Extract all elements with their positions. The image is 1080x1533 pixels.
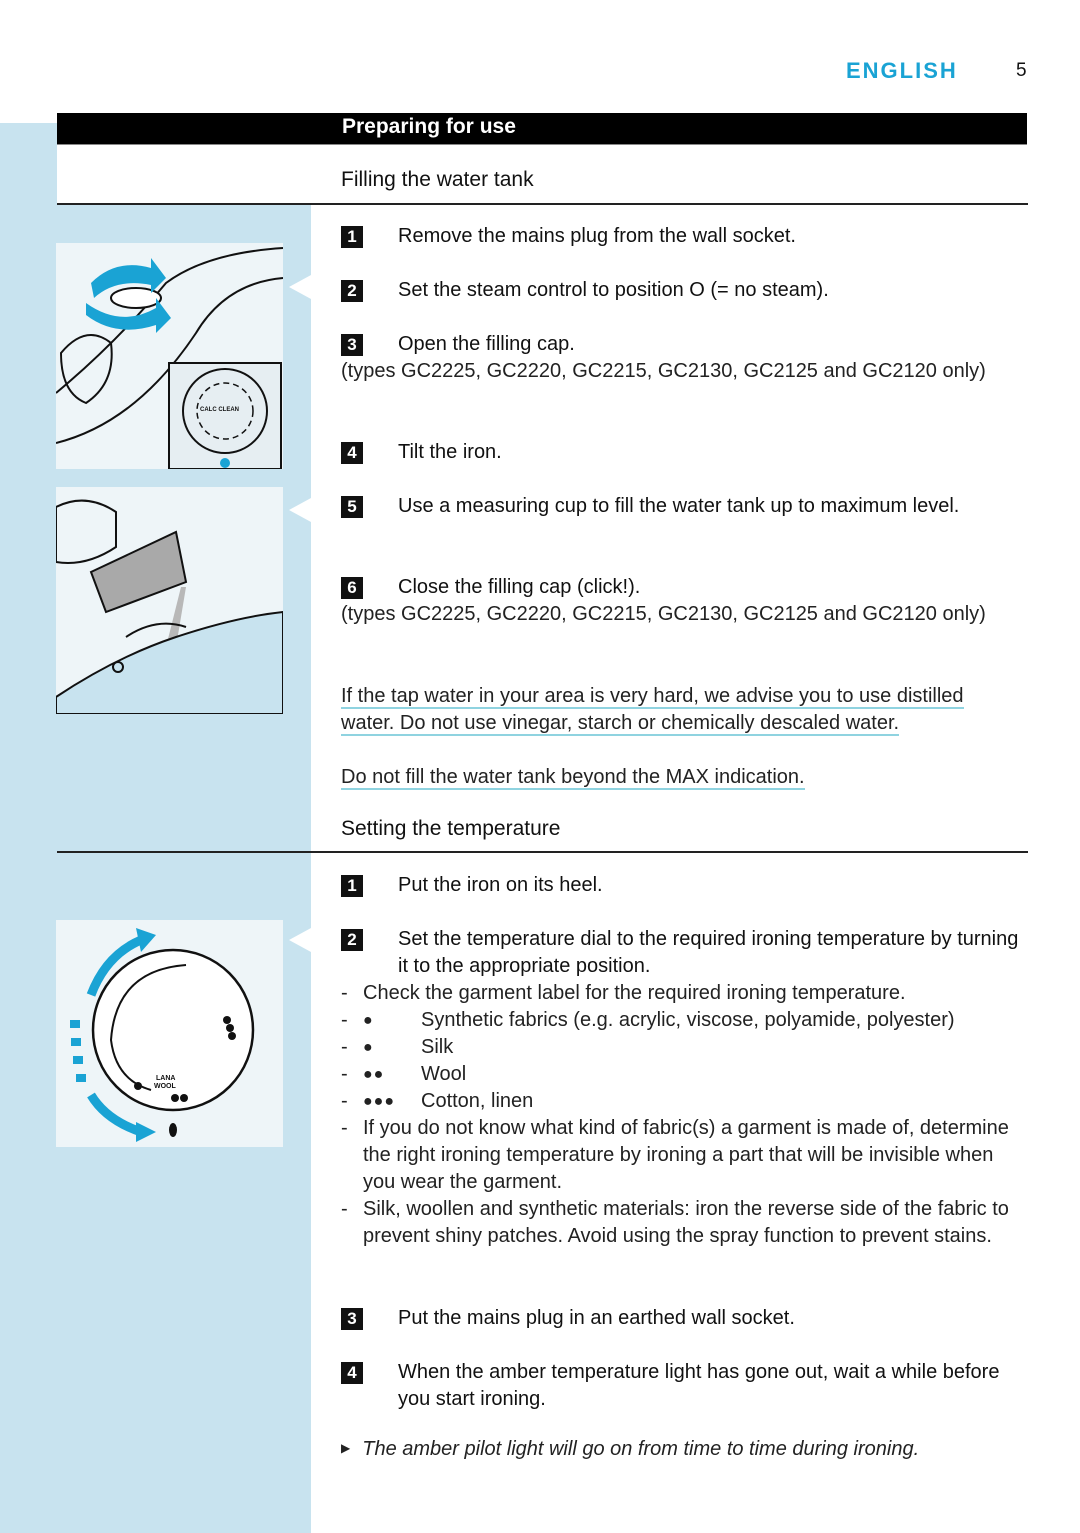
- temperature-step-2: 2 Set the temperature dial to the requir…: [341, 926, 1031, 980]
- illustration-temperature-dial: LANA WOOL: [56, 920, 283, 1147]
- filling-title: Filling the water tank: [341, 168, 534, 191]
- section-title: Preparing for use: [342, 115, 516, 138]
- filling-rule: [57, 203, 1028, 205]
- step-number: 4: [341, 442, 363, 464]
- filling-step-4: 4 Tilt the iron.: [341, 439, 1031, 466]
- temperature-rule: [57, 851, 1028, 853]
- svg-text:LANA: LANA: [156, 1075, 175, 1082]
- list-item: - ●● Wool: [341, 1061, 1031, 1088]
- types-note: (types GC2225, GC2220, GC2215, GC2130, G…: [341, 360, 986, 382]
- filling-step-5: 5 Use a measuring cup to fill the water …: [341, 493, 1031, 520]
- section-header: Preparing for use: [57, 113, 1027, 145]
- step-text: When the amber temperature light has gon…: [398, 1361, 1000, 1410]
- temperature-title: Setting the temperature: [341, 817, 561, 840]
- warning-line: If the tap water in your area is very ha…: [341, 685, 964, 709]
- pointer-arrow: [289, 498, 311, 522]
- pointer-arrow: [289, 928, 311, 952]
- step-text: Set the steam control to position O (= n…: [398, 279, 829, 301]
- temperature-guidance-list: - Check the garment label for the require…: [341, 980, 1031, 1250]
- hard-water-warning: If the tap water in your area is very ha…: [341, 683, 1031, 737]
- dot-icon: ●: [363, 1039, 374, 1056]
- types-note: (types GC2225, GC2220, GC2215, GC2130, G…: [341, 603, 986, 625]
- step-number: 2: [341, 280, 363, 302]
- step-text: Remove the mains plug from the wall sock…: [398, 225, 796, 247]
- tip-text: The amber pilot light will go on from ti…: [362, 1438, 920, 1460]
- step-number: 1: [341, 226, 363, 248]
- filling-step-6: 6 Close the filling cap (click!).: [341, 574, 1031, 601]
- sidebar-gap: [57, 145, 311, 203]
- illustration-filling-cap: CALC CLEAN: [55, 243, 284, 470]
- step-text: Use a measuring cup to fill the water ta…: [398, 495, 960, 517]
- page-number: 5: [1016, 60, 1027, 81]
- step-number: 3: [341, 1308, 363, 1330]
- step-number: 4: [341, 1362, 363, 1384]
- list-item: - Silk, woollen and synthetic materials: …: [341, 1198, 1009, 1247]
- warning-line: Do not fill the water tank beyond the MA…: [341, 766, 805, 790]
- illustration-filling-water: [55, 487, 284, 715]
- dot-icon: ●: [363, 1012, 374, 1029]
- list-item: - ● Synthetic fabrics (e.g. acrylic, visco…: [341, 1007, 1031, 1034]
- dot-icon: ●●: [363, 1066, 385, 1083]
- list-item: - ●●● Cotton, linen: [341, 1088, 1031, 1115]
- step-text: Open the filling cap.: [398, 333, 575, 355]
- warning-line: water. Do not use vinegar, starch or che…: [341, 712, 900, 736]
- step-text: Tilt the iron.: [398, 441, 502, 463]
- step-number: 6: [341, 577, 363, 599]
- step-text: Set the temperature dial to the required…: [398, 928, 1019, 977]
- filling-step-1: 1 Remove the mains plug from the wall so…: [341, 223, 1031, 250]
- temperature-step-4: 4 When the amber temperature light has g…: [341, 1359, 1031, 1413]
- list-item: - Check the garment label for the require…: [341, 982, 906, 1004]
- cap-label: CALC CLEAN: [200, 407, 239, 413]
- step-number: 2: [341, 929, 363, 951]
- step-number: 1: [341, 875, 363, 897]
- filling-step-3: 3 Open the filling cap.: [341, 331, 1031, 358]
- step-number: 3: [341, 334, 363, 356]
- filling-step-2: 2 Set the steam control to position O (=…: [341, 277, 1031, 304]
- pointer-arrow: [289, 275, 311, 299]
- svg-text:WOOL: WOOL: [154, 1083, 176, 1090]
- step-text: Close the filling cap (click!).: [398, 576, 641, 598]
- language-label: ENGLISH: [846, 58, 958, 83]
- step-text: Put the mains plug in an earthed wall so…: [398, 1307, 795, 1329]
- dot-icon: ●●●: [363, 1093, 395, 1110]
- tip-note: ▶ The amber pilot light will go on from t…: [341, 1438, 919, 1461]
- step-number: 5: [341, 496, 363, 518]
- list-item: - ● Silk: [341, 1034, 1031, 1061]
- step-text: Put the iron on its heel.: [398, 874, 603, 896]
- temperature-step-1: 1 Put the iron on its heel.: [341, 872, 1031, 899]
- list-item: - If you do not know what kind of fabric(…: [341, 1117, 1009, 1193]
- max-warning: Do not fill the water tank beyond the MA…: [341, 764, 1031, 791]
- temperature-step-3: 3 Put the mains plug in an earthed wall …: [341, 1305, 1031, 1332]
- triangle-bullet-icon: ▶: [341, 1441, 351, 1455]
